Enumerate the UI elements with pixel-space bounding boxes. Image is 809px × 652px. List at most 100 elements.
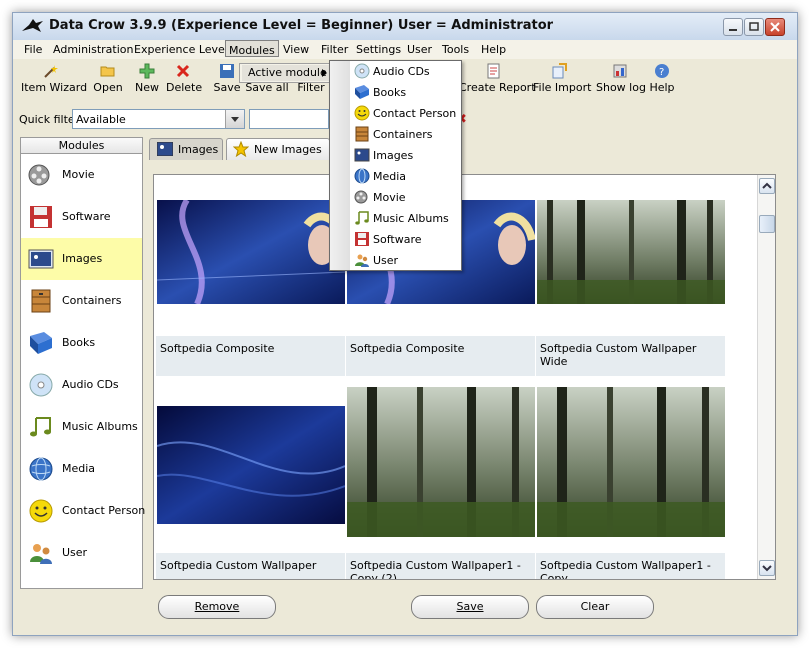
image-icon [28,249,54,269]
quick-filter-select[interactable]: Available [72,109,245,129]
plus-icon [139,63,155,79]
clear-button[interactable]: Clear [536,595,654,619]
delete-x-icon [176,64,190,78]
menu-administration[interactable]: Administration [53,43,134,56]
chevron-down-icon[interactable] [225,110,244,128]
submenu-item-software[interactable]: Software [330,229,461,250]
menu-user[interactable]: User [407,43,432,56]
file-import-button[interactable]: File Import [533,59,591,103]
vertical-scrollbar[interactable] [757,175,775,579]
quick-filter-input[interactable] [249,109,329,129]
image-caption: Softpedia Custom Wallpaper Wide [536,336,725,376]
minimize-icon [729,29,737,31]
submenu-item-music-albums[interactable]: Music Albums [330,208,461,229]
image-caption: Softpedia Custom Wallpaper1 - Copy [536,553,725,579]
menu-filter[interactable]: Filter [321,43,348,56]
image-card[interactable]: Softpedia Custom Wallpaper1 - Copy (2) [346,387,535,579]
menu-tools[interactable]: Tools [442,43,469,56]
modules-dropdown: Active module [239,63,336,83]
scroll-up-button[interactable] [759,178,775,194]
globe-icon [29,457,53,481]
menu-file[interactable]: File [24,43,42,56]
open-button[interactable]: Open [91,59,125,103]
minimize-button[interactable] [723,18,743,36]
sidebar-item-music-albums[interactable]: Music Albums [21,406,142,448]
globe-icon [354,168,370,184]
image-card[interactable]: Softpedia Custom Wallpaper Wide [536,177,725,380]
floppy-disk-icon [220,64,234,78]
image-card[interactable]: Softpedia Composite [156,177,345,380]
menu-item-active-module[interactable]: Active module [242,65,331,81]
svg-text:?: ? [659,67,664,78]
sidebar-item-audio-cds[interactable]: Audio CDs [21,364,142,406]
create-report-button[interactable]: Create Report [459,59,536,103]
sidebar-item-user[interactable]: User [21,532,142,574]
book-icon [355,85,369,99]
submenu-item-movie[interactable]: Movie [330,187,461,208]
tab-images[interactable]: Images [149,138,223,160]
close-button[interactable] [765,18,785,36]
sidebar-item-software[interactable]: Software [21,196,142,238]
users-icon [355,254,369,267]
menu-settings[interactable]: Settings [356,43,401,56]
submenu-item-books[interactable]: Books [330,82,461,103]
scrollbar-thumb[interactable] [759,215,775,233]
menu-bar: File Administration Experience Level Mod… [13,40,797,59]
close-icon [770,22,780,32]
menu-help[interactable]: Help [481,43,506,56]
thumbnail-forest-copy [537,387,725,537]
chevron-up-icon [762,182,772,189]
image-card[interactable]: Softpedia Custom Wallpaper1 - Copy [536,387,725,579]
book-icon [30,332,52,354]
menu-experience-level[interactable]: Experience Level [134,43,228,56]
tab-new-images[interactable]: New Images [226,138,330,160]
submenu-item-contact-person[interactable]: Contact Person [330,103,461,124]
sidebar-item-containers[interactable]: Containers [21,280,142,322]
menu-view[interactable]: View [283,43,309,56]
delete-button[interactable]: Delete [166,59,202,103]
floppy-disk-icon [30,206,52,228]
submenu-arrow-icon [322,69,327,77]
modules-sidebar: Modules Movie Software Images Containers… [20,137,145,589]
scroll-down-button[interactable] [759,560,775,576]
file-import-icon [552,63,567,79]
image-card[interactable]: Softpedia Custom Wallpaper [156,387,345,579]
cabinet-icon [31,289,51,313]
chevron-down-icon [762,565,772,572]
log-icon [613,64,627,78]
submenu-item-images[interactable]: Images [330,145,461,166]
image-icon [354,148,370,162]
image-caption: Softpedia Composite [156,336,345,376]
smiley-icon [29,499,53,523]
submenu-item-media[interactable]: Media [330,166,461,187]
maximize-button[interactable] [744,18,764,36]
thumbnail-forest-wide [537,200,725,304]
save-button[interactable]: Save [411,595,529,619]
film-reel-icon [28,164,50,186]
sidebar-item-images[interactable]: Images [21,238,142,280]
sidebar-item-books[interactable]: Books [21,322,142,364]
quick-filter-label: Quick filter [19,113,80,126]
new-button[interactable]: New [133,59,161,103]
image-caption: Softpedia Custom Wallpaper [156,553,345,579]
submenu-item-audio-cds[interactable]: Audio CDs [330,61,461,82]
cd-icon [29,373,53,397]
cabinet-icon [355,126,369,142]
star-icon [233,141,249,157]
remove-button[interactable]: Remove [158,595,276,619]
help-icon: ? [655,64,669,78]
sidebar-item-contact-person[interactable]: Contact Person [21,490,145,532]
menu-modules[interactable]: Modules [225,40,279,57]
sidebar-item-movie[interactable]: Movie [21,154,142,196]
thumbnail-forest-copy-2 [347,387,535,537]
help-toolbar-button[interactable]: ? Help [647,59,677,103]
image-icon [157,142,173,156]
item-wizard-button[interactable]: Item Wizard [21,59,87,103]
save-toolbar-button[interactable]: Save [212,59,242,103]
sidebar-item-media[interactable]: Media [21,448,142,490]
submenu-item-user[interactable]: User [330,250,461,271]
users-icon [30,544,52,564]
folder-open-icon [100,66,115,77]
submenu-item-containers[interactable]: Containers [330,124,461,145]
show-log-button[interactable]: Show log [596,59,646,103]
